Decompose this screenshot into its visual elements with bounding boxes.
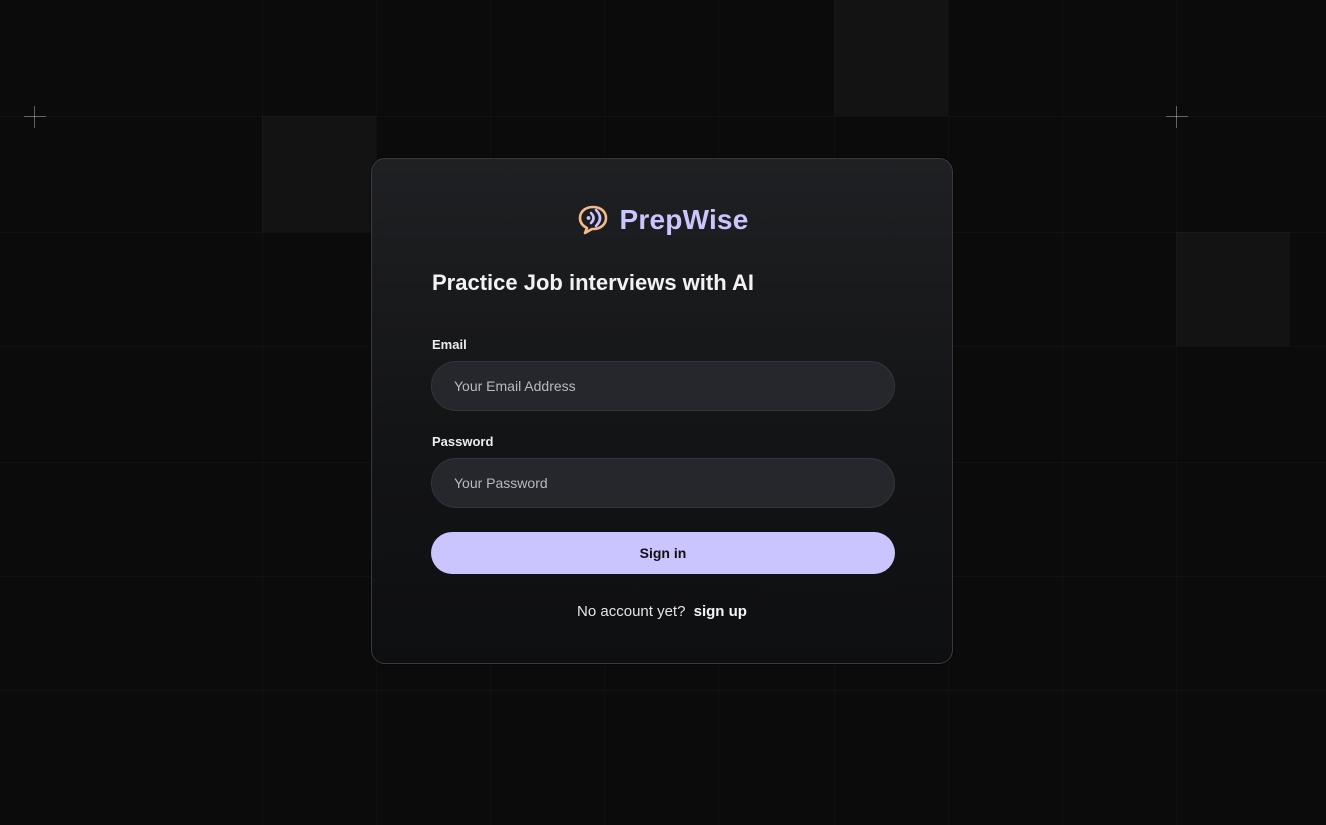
sign-up-link[interactable]: sign up xyxy=(694,603,747,620)
password-field[interactable] xyxy=(431,458,895,508)
background-tile xyxy=(834,0,948,116)
brand-name: PrepWise xyxy=(619,204,749,235)
brand-logo[interactable]: PrepWise xyxy=(372,203,952,237)
sparkle-icon xyxy=(1166,106,1188,128)
grid-line xyxy=(0,690,1326,691)
page-title: Practice Job interviews with AI xyxy=(432,270,754,295)
sign-in-card: PrepWise Practice Job interviews with AI… xyxy=(371,158,953,664)
background-tile xyxy=(262,116,376,232)
chat-bubble-sound-icon xyxy=(578,205,607,235)
grid-line xyxy=(1062,0,1063,825)
email-field[interactable] xyxy=(431,361,895,411)
page-background: PrepWise Practice Job interviews with AI… xyxy=(0,0,1326,825)
grid-line xyxy=(0,116,1326,117)
no-account-text: No account yet? xyxy=(577,603,686,620)
sparkle-icon xyxy=(24,106,46,128)
sign-up-prompt: No account yet? sign up xyxy=(372,603,952,620)
sign-in-button[interactable]: Sign in xyxy=(431,532,895,574)
password-label: Password xyxy=(432,434,494,449)
email-label: Email xyxy=(432,337,467,352)
background-tile xyxy=(1176,232,1290,346)
